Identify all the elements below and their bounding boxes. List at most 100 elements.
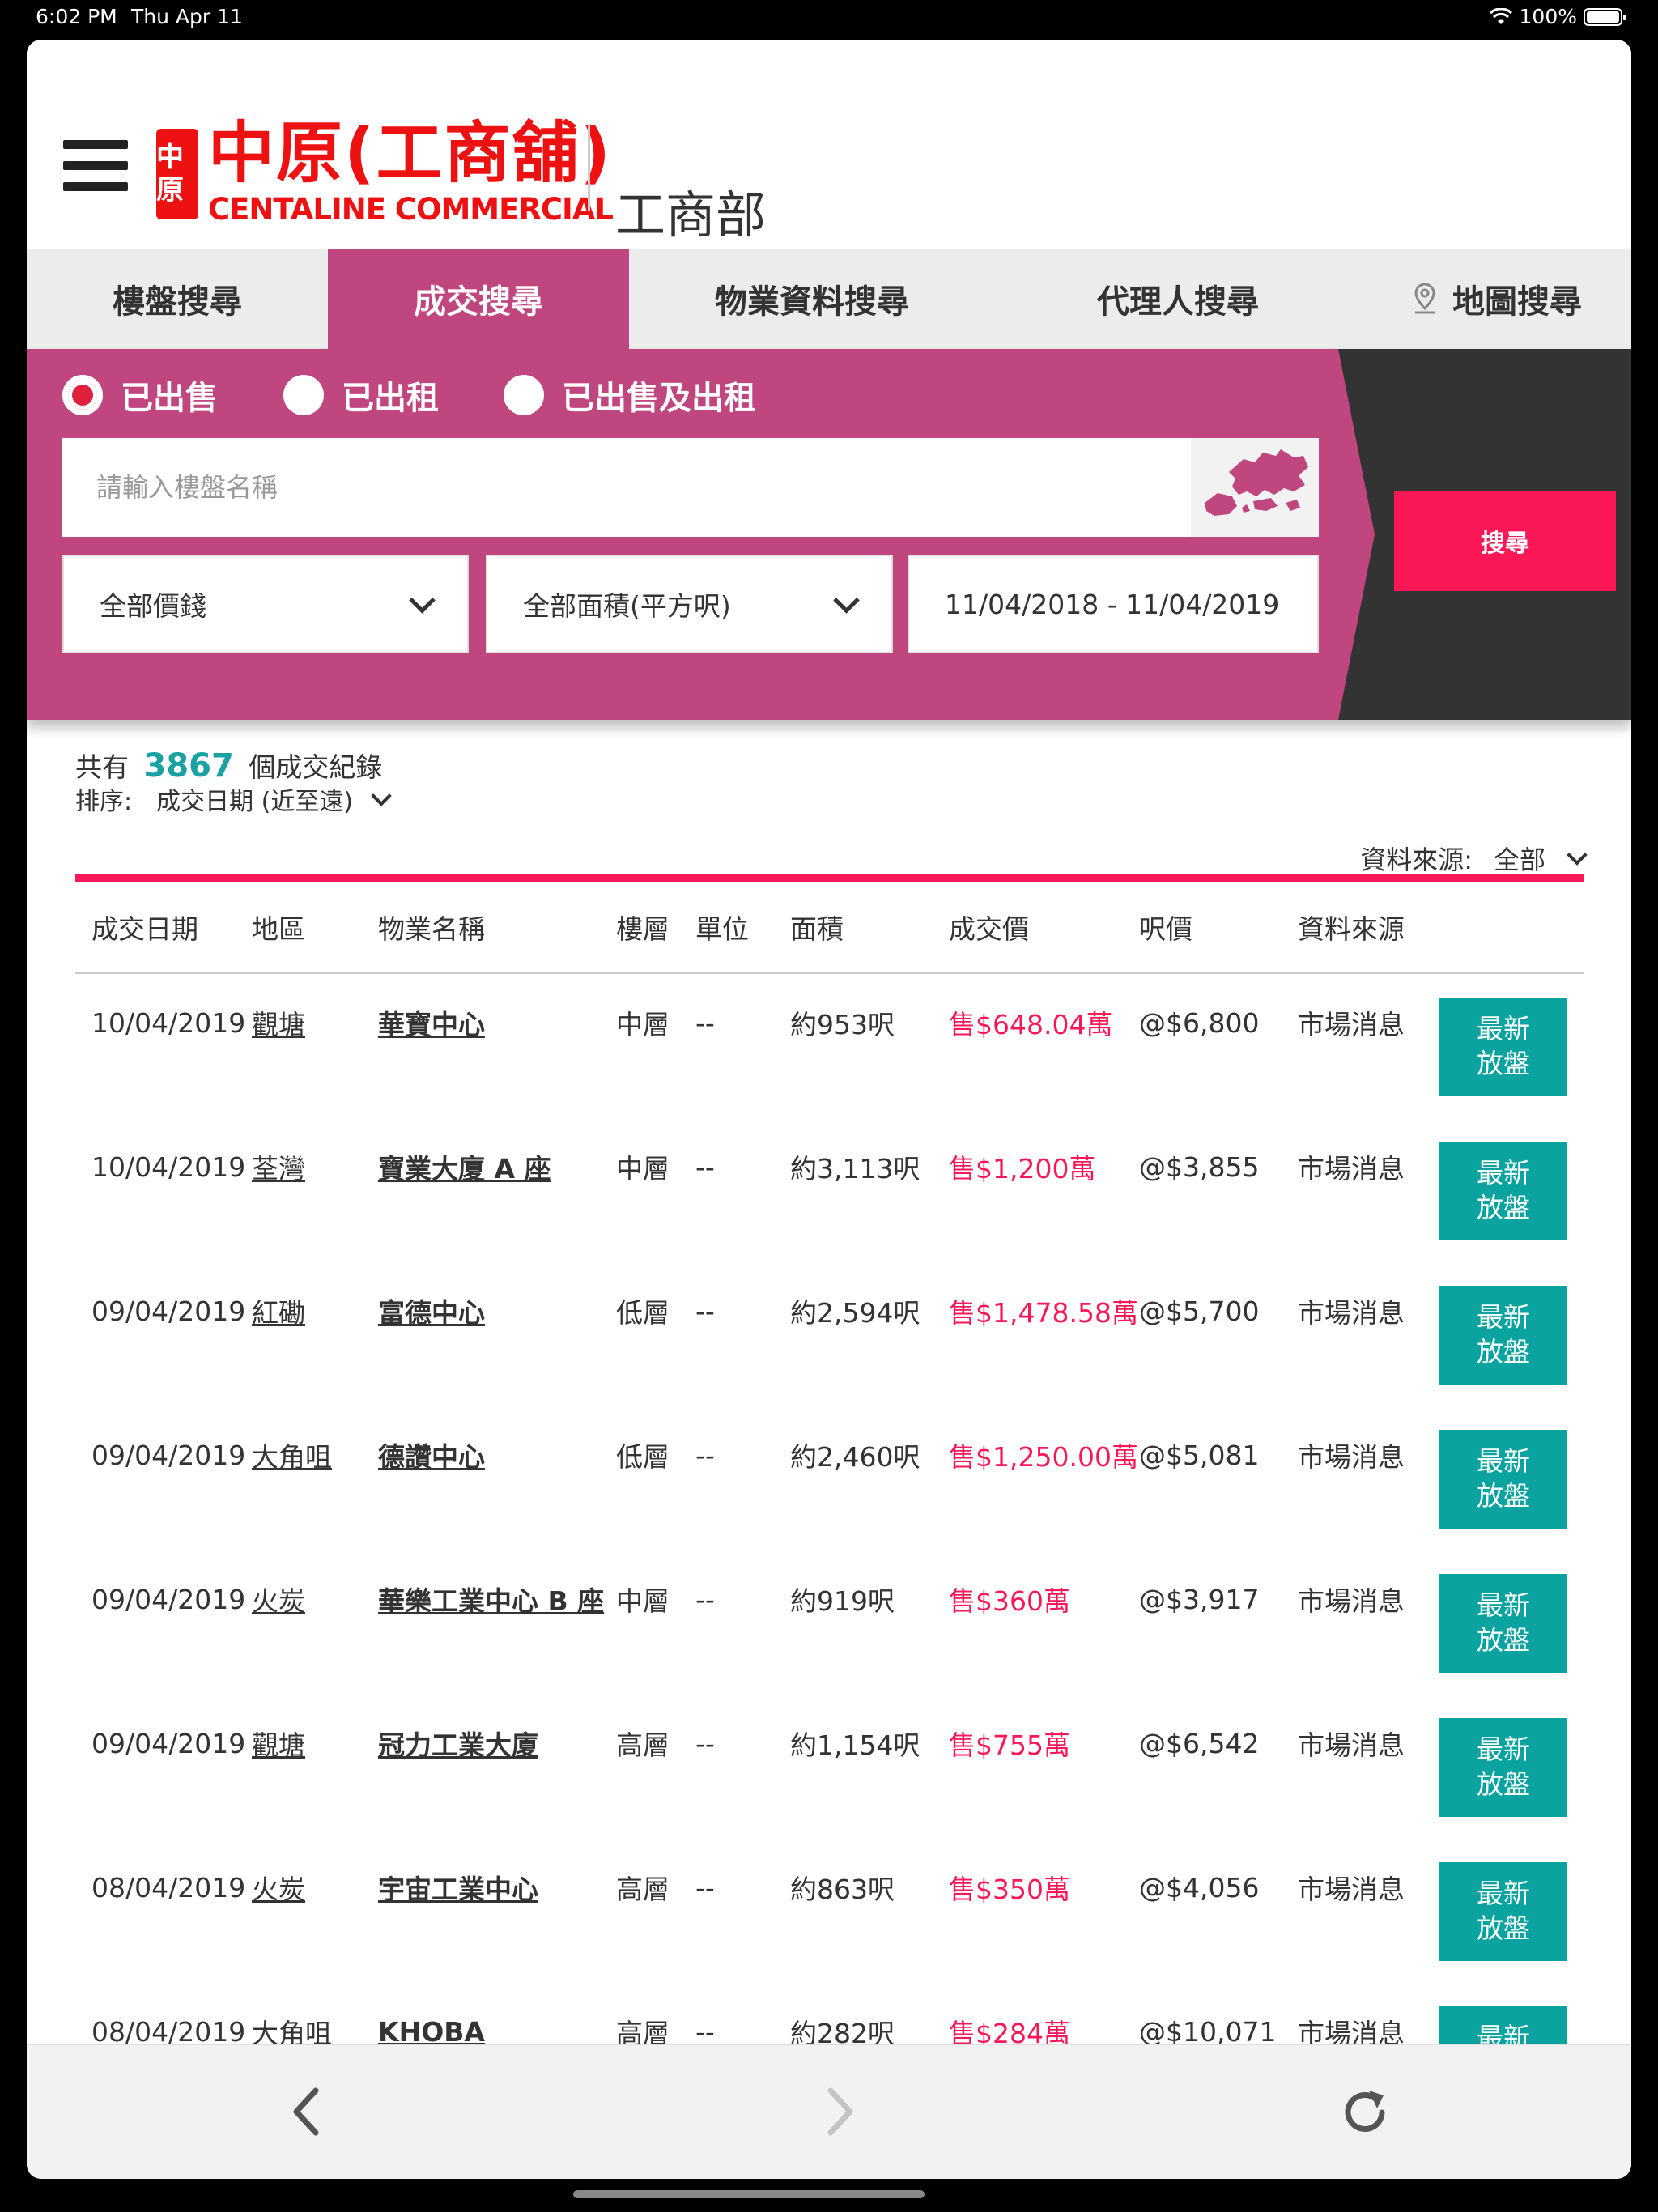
- row-district-link[interactable]: 觀塘: [252, 1695, 305, 1792]
- row-area: 約863呎: [790, 1874, 895, 1905]
- battery-icon: [1584, 7, 1626, 26]
- row-unit: --: [695, 1006, 715, 1039]
- latest-listing-button[interactable]: 最新放盤: [1439, 1286, 1567, 1385]
- map-select-button[interactable]: [1191, 438, 1319, 537]
- row-property-link[interactable]: 宇宙工業中心: [378, 1839, 538, 1936]
- row-date: 09/04/2019: [91, 1583, 246, 1615]
- latest-listing-button[interactable]: 最新放盤: [1439, 1718, 1567, 1817]
- row-source: 市場消息: [1298, 1297, 1405, 1329]
- browser-toolbar: [27, 2044, 1631, 2179]
- sort-label: 排序:: [75, 788, 133, 816]
- row-date: 09/04/2019: [91, 1439, 246, 1471]
- latest-listing-button[interactable]: 最新放盤: [1439, 998, 1567, 1096]
- row-floor: 高層: [616, 1729, 670, 1761]
- row-district-link[interactable]: 紅磡: [252, 1262, 305, 1359]
- date-range-value: 11/04/2018 - 11/04/2019: [945, 588, 1280, 620]
- row-price-per-sqft: @$5,700: [1139, 1295, 1260, 1327]
- status-bar: 6:02 PM Thu Apr 11 100%: [0, 0, 1658, 39]
- radio-sold-and-leased-label: 已出售及出租: [562, 380, 756, 417]
- table-row: 08/04/2019 火炭 宇宙工業中心 高層 -- 約863呎 售$350萬 …: [75, 1839, 1584, 1983]
- source-label: 資料來源:: [1360, 844, 1473, 875]
- table-row: 09/04/2019 火炭 華樂工業中心 B 座 中層 -- 約919呎 售$3…: [75, 1551, 1584, 1695]
- row-area: 約953呎: [790, 1009, 895, 1040]
- sort-selector[interactable]: 排序: 成交日期 (近至遠): [75, 781, 392, 817]
- row-price: 售$360萬: [949, 1585, 1070, 1617]
- row-area: 約2,594呎: [790, 1297, 920, 1329]
- row-floor: 中層: [616, 1585, 670, 1617]
- summary-prefix: 共有: [75, 751, 129, 783]
- battery-percent: 100%: [1519, 5, 1577, 28]
- home-indicator[interactable]: [573, 2190, 925, 2198]
- row-floor: 低層: [616, 1297, 670, 1329]
- row-price: 售$755萬: [949, 1729, 1070, 1761]
- row-price: 售$1,200萬: [949, 1153, 1096, 1185]
- row-source: 市場消息: [1298, 1729, 1405, 1761]
- row-district-link[interactable]: 大角咀: [252, 1406, 332, 1504]
- map-pin-icon: [1414, 283, 1435, 314]
- radio-sold-and-leased[interactable]: 已出售及出租: [504, 372, 756, 419]
- tab-transaction-search[interactable]: 成交搜尋: [328, 249, 629, 349]
- row-property-link[interactable]: 寶業大廈 A 座: [378, 1118, 551, 1215]
- row-floor: 低層: [616, 1441, 670, 1473]
- row-property-link[interactable]: 富德中心: [378, 1262, 485, 1359]
- row-source: 市場消息: [1298, 1441, 1405, 1473]
- chevron-down-icon: [833, 586, 860, 614]
- department-title: 工商部: [615, 185, 767, 245]
- reload-icon[interactable]: [1337, 2084, 1393, 2141]
- row-date: 08/04/2019: [91, 1871, 246, 1904]
- row-unit: --: [695, 1439, 715, 1471]
- radio-sold-and-leased-dot[interactable]: [504, 375, 544, 415]
- latest-listing-button[interactable]: 最新放盤: [1439, 1574, 1567, 1673]
- logo-text: 中原(工商舖) CENTALINE COMMERCIAL: [208, 121, 614, 228]
- row-district-link[interactable]: 火炭: [252, 1839, 305, 1936]
- tab-property-info-search[interactable]: 物業資料搜尋: [629, 249, 995, 349]
- row-price-per-sqft: @$5,081: [1139, 1439, 1260, 1471]
- table-row: 10/04/2019 觀塘 華寶中心 中層 -- 約953呎 售$648.04萬…: [75, 974, 1584, 1118]
- site-header: 中原 中原(工商舖) CENTALINE COMMERCIAL 工商部: [27, 40, 1631, 249]
- radio-sold[interactable]: 已出售: [62, 372, 218, 419]
- latest-listing-button[interactable]: 最新放盤: [1439, 1862, 1567, 1961]
- source-selector[interactable]: 資料來源: 全部: [1360, 840, 1588, 877]
- row-district-link[interactable]: 觀塘: [252, 974, 305, 1071]
- latest-listing-button[interactable]: 最新放盤: [1439, 1430, 1567, 1529]
- radio-leased[interactable]: 已出租: [283, 372, 439, 419]
- row-district-link[interactable]: 荃灣: [252, 1118, 305, 1215]
- property-name-input[interactable]: [62, 438, 1254, 537]
- chevron-down-icon: [1567, 844, 1588, 866]
- column-header-area: 面積: [790, 913, 844, 945]
- area-select[interactable]: 全部面積(平方呎): [486, 555, 893, 653]
- row-date: 10/04/2019: [91, 1006, 246, 1039]
- source-value: 全部: [1493, 844, 1545, 875]
- status-right: 100%: [1489, 5, 1626, 28]
- result-count: 3867: [143, 747, 234, 785]
- tab-listing-search[interactable]: 樓盤搜尋: [27, 249, 328, 349]
- radio-sold-dot[interactable]: [62, 375, 103, 415]
- row-property-link[interactable]: 華寶中心: [378, 974, 485, 1071]
- price-select[interactable]: 全部價錢: [62, 555, 469, 653]
- back-icon[interactable]: [282, 2079, 330, 2144]
- row-area: 約1,154呎: [790, 1729, 920, 1761]
- row-floor: 中層: [616, 1153, 670, 1185]
- row-property-link[interactable]: 華樂工業中心 B 座: [378, 1551, 604, 1648]
- logo[interactable]: 中原 中原(工商舖) CENTALINE COMMERCIAL: [156, 121, 614, 228]
- row-district-link[interactable]: 火炭: [252, 1551, 305, 1648]
- tab-map-search[interactable]: 地圖搜尋: [1361, 249, 1631, 349]
- status-date: Thu Apr 11: [131, 5, 243, 28]
- table-row: 09/04/2019 大角咀 德讚中心 低層 -- 約2,460呎 售$1,25…: [75, 1406, 1584, 1551]
- radio-leased-dot[interactable]: [283, 375, 324, 415]
- tab-agent-search[interactable]: 代理人搜尋: [995, 249, 1361, 349]
- row-date: 09/04/2019: [91, 1727, 246, 1759]
- column-header-unit: 單位: [695, 913, 749, 945]
- row-property-link[interactable]: 冠力工業大廈: [378, 1695, 538, 1792]
- table-row: 09/04/2019 觀塘 冠力工業大廈 高層 -- 約1,154呎 售$755…: [75, 1695, 1584, 1839]
- chevron-down-icon: [409, 586, 436, 614]
- row-floor: 中層: [616, 1009, 670, 1040]
- row-price: 售$648.04萬: [949, 1009, 1113, 1040]
- forward-icon[interactable]: [816, 2079, 865, 2144]
- search-button[interactable]: 搜尋: [1394, 491, 1616, 591]
- row-property-link[interactable]: 德讚中心: [378, 1406, 485, 1504]
- date-range-field[interactable]: 11/04/2018 - 11/04/2019: [908, 555, 1319, 653]
- menu-icon[interactable]: [63, 140, 128, 192]
- latest-listing-button[interactable]: 最新放盤: [1439, 1142, 1567, 1240]
- row-price-per-sqft: @$6,800: [1139, 1006, 1260, 1039]
